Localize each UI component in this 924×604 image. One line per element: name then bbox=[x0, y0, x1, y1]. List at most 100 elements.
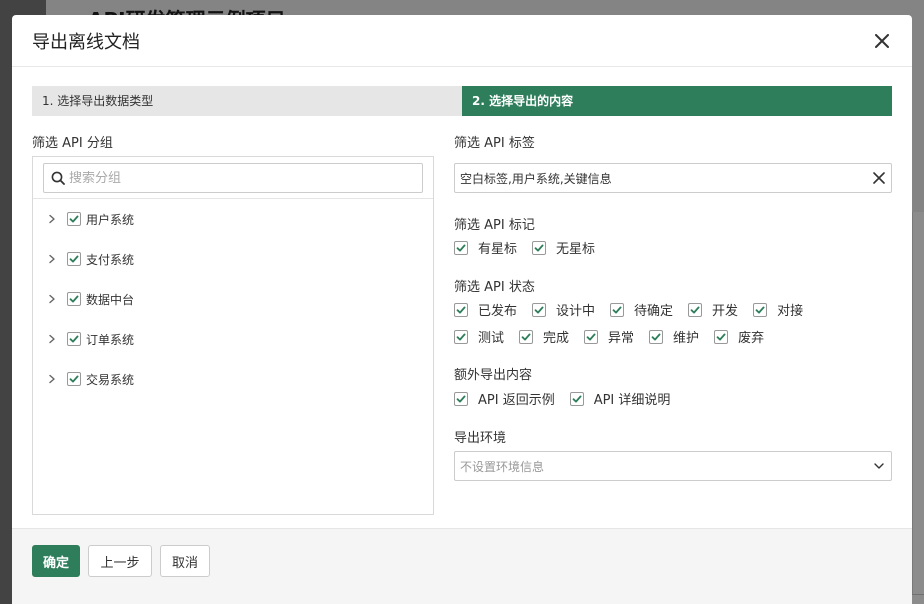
tree-item-checkbox[interactable] bbox=[67, 252, 81, 266]
tree-item-label: 交易系统 bbox=[86, 372, 135, 387]
tree-item[interactable]: 数据中台 bbox=[33, 279, 433, 319]
checkbox-option[interactable]: 无星标 bbox=[532, 238, 595, 257]
confirm-button[interactable]: 确定 bbox=[32, 545, 80, 577]
mark-filter-label: 筛选 API 标记 bbox=[454, 218, 535, 233]
checkbox-label: 设计中 bbox=[556, 304, 596, 319]
tree-item[interactable]: 交易系统 bbox=[33, 359, 433, 399]
status-options-row-2: 测试 完成 异常 维护 废弃 bbox=[454, 327, 779, 346]
env-select[interactable]: 不设置环境信息 bbox=[454, 451, 892, 481]
checkbox[interactable] bbox=[569, 391, 584, 406]
group-search-input[interactable] bbox=[69, 170, 422, 186]
cancel-button[interactable]: 取消 bbox=[160, 545, 210, 577]
checkbox[interactable] bbox=[519, 329, 534, 344]
checkbox-label: 开发 bbox=[712, 304, 739, 319]
checkbox[interactable] bbox=[454, 391, 468, 406]
expand-toggle[interactable] bbox=[47, 334, 57, 344]
checkbox[interactable] bbox=[454, 240, 468, 255]
tree-item-checkbox[interactable] bbox=[67, 332, 81, 346]
checkbox-option[interactable]: 完成 bbox=[519, 327, 569, 346]
extra-content-label: 额外导出内容 bbox=[454, 368, 533, 383]
tree-item[interactable]: 支付系统 bbox=[33, 239, 433, 279]
checkmark-icon bbox=[69, 295, 79, 303]
tag-filter-label: 筛选 API 标签 bbox=[454, 136, 535, 151]
tree-item[interactable]: 订单系统 bbox=[33, 319, 433, 359]
checkbox[interactable] bbox=[610, 302, 625, 317]
checkbox-option[interactable]: 开发 bbox=[688, 300, 738, 319]
mark-options: 有星标 无星标 bbox=[454, 238, 610, 257]
checkbox-option[interactable]: 测试 bbox=[454, 327, 504, 346]
checkbox-label: 完成 bbox=[543, 331, 570, 346]
chevron-down-icon bbox=[874, 463, 884, 469]
chevron-right-icon bbox=[49, 254, 55, 264]
checkbox[interactable] bbox=[584, 329, 599, 344]
checkbox-option[interactable]: API 详细说明 bbox=[569, 389, 671, 408]
export-offline-doc-modal: 导出离线文档 1. 选择导出数据类型 2. 选择导出的内容 筛选 API 分组 … bbox=[12, 15, 912, 604]
chevron-right-icon bbox=[49, 294, 55, 304]
checkbox-option[interactable]: 设计中 bbox=[532, 300, 595, 319]
checkbox[interactable] bbox=[649, 329, 664, 344]
checkbox[interactable] bbox=[454, 302, 468, 317]
checkmark-icon bbox=[586, 333, 596, 340]
checkbox-label: 维护 bbox=[673, 331, 700, 346]
checkbox-option[interactable]: 废弃 bbox=[714, 327, 764, 346]
tree-item-checkbox[interactable] bbox=[67, 292, 81, 306]
checkbox[interactable] bbox=[714, 329, 729, 344]
status-options-row-1: 已发布 设计中 待确定 开发 对接 bbox=[454, 300, 818, 319]
expand-toggle[interactable] bbox=[47, 294, 57, 304]
checkbox-option[interactable]: 待确定 bbox=[610, 300, 673, 319]
checkbox-option[interactable]: 对接 bbox=[753, 300, 803, 319]
checkmark-icon bbox=[69, 335, 79, 343]
group-search-box[interactable] bbox=[43, 163, 423, 193]
group-tree-list: 用户系统支付系统 数据中台订单系统交易系统 bbox=[33, 199, 433, 399]
checkmark-icon bbox=[690, 306, 700, 313]
tree-item-label: 用户系统 bbox=[86, 212, 135, 227]
expand-toggle[interactable] bbox=[47, 254, 57, 264]
checkbox-label: 测试 bbox=[478, 331, 505, 346]
checkmark-icon bbox=[69, 255, 79, 263]
checkbox-option[interactable]: 维护 bbox=[649, 327, 699, 346]
tag-select[interactable]: 空白标签,用户系统,关键信息 bbox=[454, 163, 892, 193]
group-filter-label: 筛选 API 分组 bbox=[32, 136, 113, 151]
checkbox-label: 无星标 bbox=[556, 242, 596, 257]
checkmark-icon bbox=[651, 333, 661, 340]
chevron-right-icon bbox=[49, 214, 55, 224]
expand-toggle[interactable] bbox=[47, 374, 57, 384]
tree-item-label: 订单系统 bbox=[86, 332, 135, 347]
step-2-active: 2. 选择导出的内容 bbox=[462, 86, 892, 116]
tree-item[interactable]: 用户系统 bbox=[33, 199, 433, 239]
checkbox[interactable] bbox=[532, 302, 547, 317]
close-button[interactable] bbox=[872, 31, 892, 51]
checkbox-label: 待确定 bbox=[634, 304, 674, 319]
checkmark-icon bbox=[456, 306, 466, 313]
chevron-right-icon bbox=[49, 334, 55, 344]
tree-item-checkbox[interactable] bbox=[67, 212, 81, 226]
checkbox-label: 对接 bbox=[777, 304, 804, 319]
checkmark-icon bbox=[755, 306, 765, 313]
modal-header: 导出离线文档 bbox=[12, 15, 912, 67]
checkmark-icon bbox=[521, 333, 531, 340]
tree-item-checkbox[interactable] bbox=[67, 372, 81, 386]
checkmark-icon bbox=[456, 244, 466, 251]
checkbox-option[interactable]: API 返回示例 bbox=[454, 389, 555, 408]
checkbox[interactable] bbox=[454, 329, 468, 344]
checkmark-icon bbox=[534, 306, 544, 313]
checkbox-label: 废弃 bbox=[738, 331, 765, 346]
checkbox-label: 已发布 bbox=[478, 304, 518, 319]
checkbox-label: API 详细说明 bbox=[593, 393, 671, 408]
expand-toggle[interactable] bbox=[47, 214, 57, 224]
step-1[interactable]: 1. 选择导出数据类型 bbox=[32, 86, 462, 116]
previous-step-button[interactable]: 上一步 bbox=[88, 545, 152, 577]
checkbox[interactable] bbox=[688, 302, 703, 317]
env-label: 导出环境 bbox=[454, 431, 507, 446]
checkmark-icon bbox=[456, 395, 466, 402]
modal-title: 导出离线文档 bbox=[32, 31, 140, 53]
checkbox[interactable] bbox=[532, 240, 547, 255]
extra-options: API 返回示例 API 详细说明 bbox=[454, 389, 685, 408]
checkmark-icon bbox=[534, 244, 544, 251]
checkbox-option[interactable]: 已发布 bbox=[454, 300, 517, 319]
checkbox-label: 有星标 bbox=[478, 242, 518, 257]
clear-icon[interactable] bbox=[873, 172, 885, 184]
checkbox-option[interactable]: 有星标 bbox=[454, 238, 517, 257]
checkbox[interactable] bbox=[753, 302, 768, 317]
checkbox-option[interactable]: 异常 bbox=[584, 327, 634, 346]
